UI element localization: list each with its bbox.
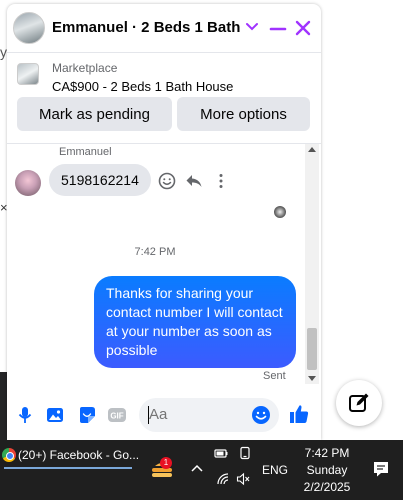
microphone-icon[interactable] xyxy=(15,405,35,425)
clock-day: Sunday xyxy=(306,463,348,477)
chat-window: Emmanuel · 2 Beds 1 Bath ... Marketplace… xyxy=(7,4,321,440)
new-message-button[interactable] xyxy=(336,380,382,426)
message-thread: Emmanuel 5198162214 7:42 PM Thanks for s… xyxy=(7,144,321,384)
listing-title[interactable]: CA$900 - 2 Beds 1 Bath House xyxy=(52,79,233,94)
scroll-up-arrow-icon[interactable] xyxy=(308,147,316,152)
seen-avatar xyxy=(274,206,286,218)
gif-icon[interactable]: GIF xyxy=(107,405,127,425)
clock-time: 7:42 PM xyxy=(304,446,350,460)
taskbar-chrome-window[interactable]: (20+) Facebook - Go... xyxy=(0,440,140,470)
marketplace-panel: Marketplace CA$900 - 2 Beds 1 Bath House… xyxy=(7,53,321,143)
taskbar-clock[interactable]: 7:42 PM Sunday 2/2/2025 xyxy=(296,445,358,496)
language-indicator[interactable]: ENG xyxy=(262,463,288,477)
compose-icon xyxy=(349,393,369,412)
outgoing-message[interactable]: Thanks for sharing your contact number I… xyxy=(94,276,296,368)
background-text: y xyxy=(0,44,7,60)
taskbar: (20+) Facebook - Go... 1 ENG 7:42 PM Sun… xyxy=(0,440,403,500)
listing-thumbnail[interactable] xyxy=(17,63,39,85)
thumbs-up-icon[interactable] xyxy=(288,403,310,425)
clock-date: 2/2/2025 xyxy=(303,480,351,494)
chevron-up-icon[interactable] xyxy=(190,462,204,474)
chrome-icon xyxy=(2,448,16,462)
chat-header[interactable]: Emmanuel · 2 Beds 1 Bath ... xyxy=(7,4,321,52)
scrollbar-thumb[interactable] xyxy=(307,328,317,370)
minimize-icon[interactable] xyxy=(269,18,287,38)
notification-center-icon[interactable] xyxy=(372,460,390,478)
volume-muted-icon[interactable] xyxy=(236,472,250,486)
photo-icon[interactable] xyxy=(45,405,65,425)
svg-text:GIF: GIF xyxy=(110,412,123,421)
sender-avatar[interactable] xyxy=(15,170,41,196)
wifi-icon[interactable] xyxy=(216,472,230,486)
close-icon[interactable] xyxy=(293,18,313,38)
more-options-button[interactable]: More options xyxy=(177,97,310,131)
message-composer: GIF xyxy=(7,388,321,440)
scroll-down-arrow-icon[interactable] xyxy=(308,376,316,381)
emoji-icon[interactable] xyxy=(251,405,271,425)
chat-title[interactable]: Emmanuel · 2 Beds 1 Bath ... xyxy=(52,19,242,36)
message-timestamp: 7:42 PM xyxy=(134,246,176,258)
message-status: Sent xyxy=(263,370,286,382)
incoming-message[interactable]: 5198162214 xyxy=(49,164,151,196)
device-sync-icon[interactable] xyxy=(238,446,252,460)
active-window-indicator xyxy=(4,467,132,469)
message-input[interactable] xyxy=(149,406,249,423)
sender-name: Emmanuel xyxy=(59,146,112,158)
reply-icon[interactable] xyxy=(185,172,203,190)
message-input-field[interactable] xyxy=(139,398,279,432)
notification-badge: 1 xyxy=(160,457,172,469)
marketplace-label: Marketplace xyxy=(52,61,118,75)
taskbar-window-title: (20+) Facebook - Go... xyxy=(18,448,140,462)
mark-as-pending-button[interactable]: Mark as pending xyxy=(17,97,172,131)
battery-icon[interactable] xyxy=(214,446,228,460)
text-caret xyxy=(148,406,149,424)
message-scrollbar[interactable] xyxy=(305,144,319,384)
listing-avatar[interactable] xyxy=(13,12,45,44)
react-emoji-icon[interactable] xyxy=(158,172,176,190)
chevron-down-icon[interactable] xyxy=(245,18,259,36)
sticker-icon[interactable] xyxy=(77,405,97,425)
more-actions-icon[interactable] xyxy=(212,172,230,190)
